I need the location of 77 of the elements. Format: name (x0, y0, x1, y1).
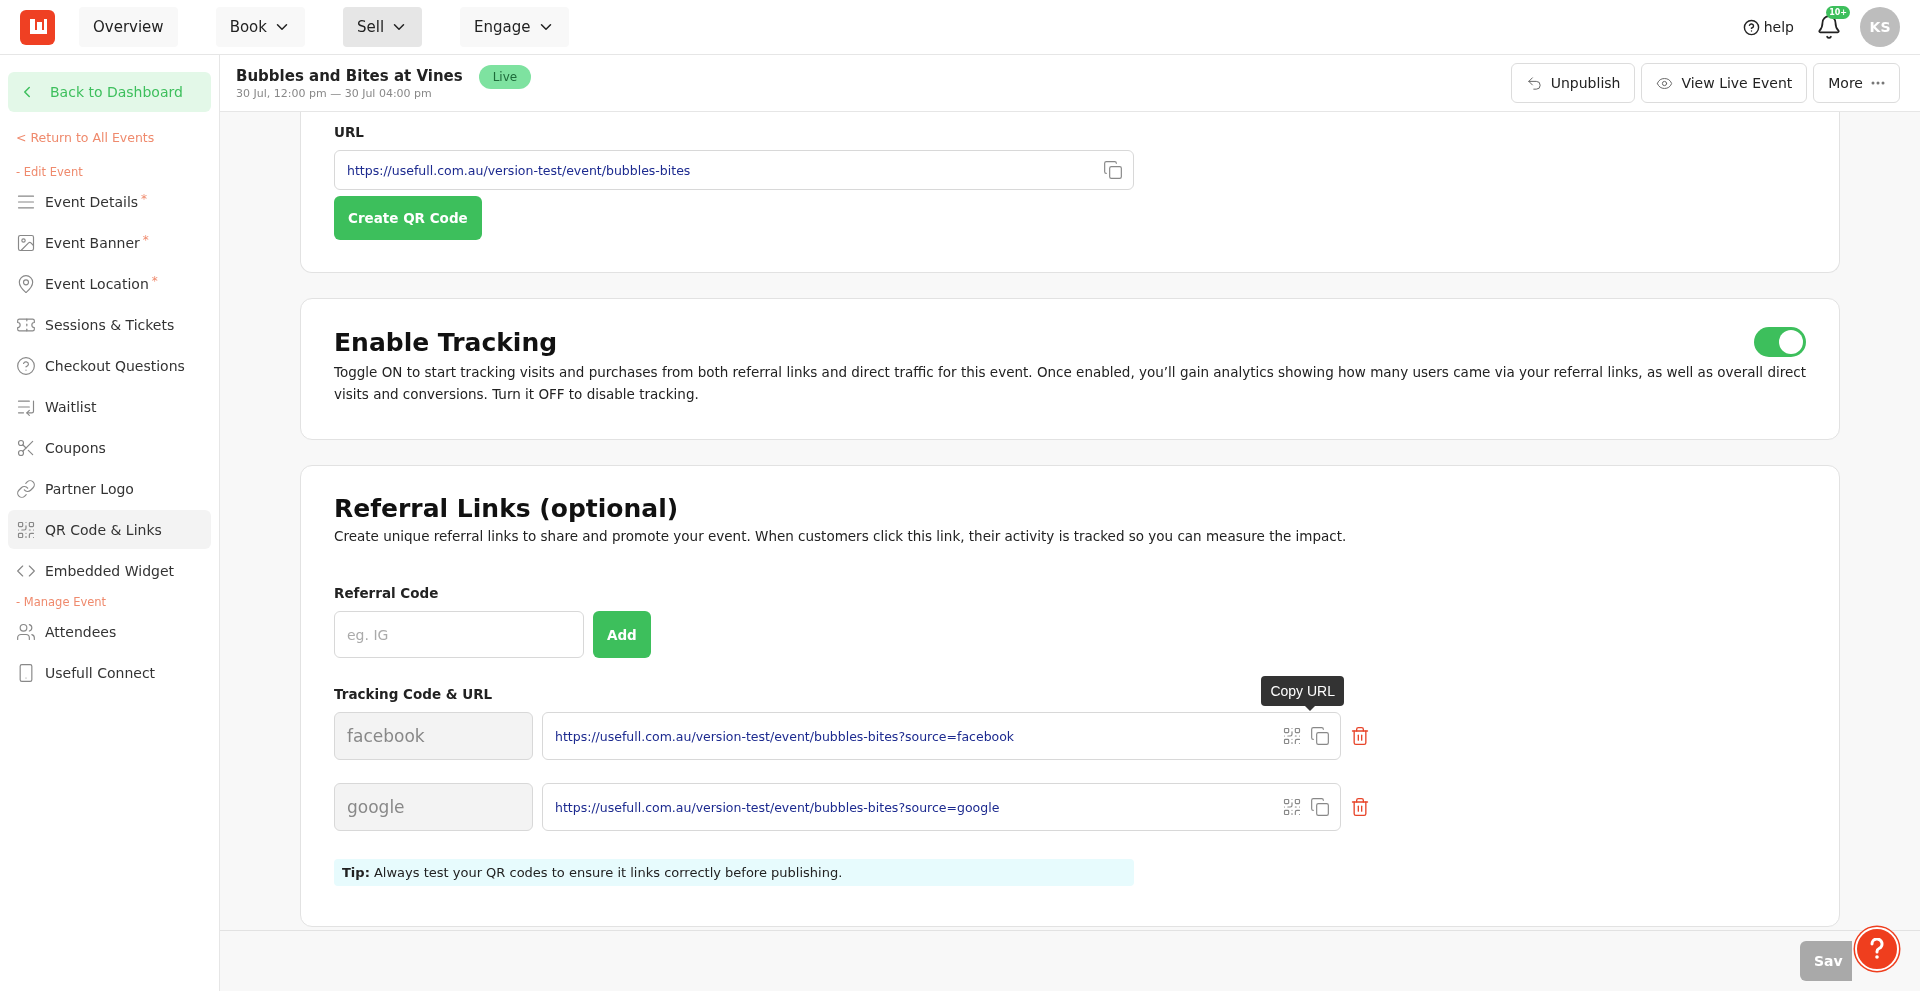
sidebar-item-label: QR Code & Links (45, 521, 162, 538)
undo-icon (1525, 74, 1543, 92)
sidebar-item-label: Coupons (45, 439, 106, 456)
field-label: Referral Code (334, 585, 439, 601)
sidebar-item-label: Event Details (45, 193, 139, 210)
event-title: Bubbles and Bites at Vines (236, 66, 463, 85)
required-mark: * (142, 233, 149, 247)
notification-badge: 10+ (1826, 6, 1850, 19)
copy-icon[interactable] (1103, 160, 1123, 180)
sidebar-item-label: Embedded Widget (45, 562, 174, 579)
tooltip-arrow (1305, 706, 1315, 711)
sidebar-item[interactable]: Coupons (8, 428, 211, 467)
scissors-icon (16, 437, 36, 458)
help-link[interactable]: help (1742, 18, 1794, 36)
sidebar-item[interactable]: Embedded Widget (8, 551, 211, 590)
nav-tab[interactable]: Book (215, 7, 305, 47)
qr-code-icon[interactable] (1282, 797, 1302, 817)
app-logo[interactable] (20, 9, 55, 45)
bell-icon[interactable] (1816, 14, 1842, 40)
tracking-code-field: google (334, 783, 533, 831)
field-label: URL (334, 124, 364, 140)
qr-code-icon (16, 519, 36, 540)
required-mark: * (141, 192, 148, 206)
sidebar-item[interactable]: Sessions & Tickets (8, 305, 211, 344)
delete-button[interactable] (1350, 797, 1370, 817)
tracking-toggle[interactable] (1754, 327, 1806, 357)
status-badge: Live (478, 65, 532, 89)
help-icon (1742, 18, 1760, 36)
required-mark: * (151, 274, 158, 288)
image-icon (16, 232, 36, 253)
sidebar-item-label: Checkout Questions (45, 357, 185, 374)
sidebar-item-label: Event Banner (45, 234, 140, 251)
users-icon (16, 621, 36, 642)
nav-tab[interactable]: Overview (79, 7, 178, 47)
sidebar-item[interactable]: Attendees (8, 612, 211, 651)
sidebar-item-label: Waitlist (45, 398, 97, 415)
sidebar-item[interactable]: Event Details * (8, 182, 211, 221)
action-button[interactable]: Unpublish (1510, 63, 1636, 103)
copy-icon[interactable] (1310, 726, 1330, 746)
nav-tab[interactable]: Engage (460, 7, 569, 47)
sidebar-item[interactable]: Checkout Questions (8, 346, 211, 385)
referral-code-input[interactable]: eg. IG (334, 611, 584, 658)
section-description: Toggle ON to start tracking visits and purchases from both referral links and direct traffic for this event. Once enabled, you’ll gain analytics showing how many users came via your referral links, as well as overall direct visits and conversions. Turn it OFF to disable tracking. (334, 363, 1806, 404)
sidebar-item-label: Usefull Connect (45, 664, 156, 681)
sidebar-item-label: Sessions & Tickets (45, 316, 175, 333)
section-title: - Manage Event (15, 594, 108, 611)
qr-code-icon[interactable] (1282, 726, 1302, 746)
action-button[interactable]: More (1813, 63, 1900, 103)
delete-button[interactable] (1350, 726, 1370, 746)
field-label: Tracking Code & URL (334, 686, 493, 702)
sidebar-item[interactable]: Waitlist (8, 387, 211, 426)
sidebar-item[interactable]: Event Banner * (8, 223, 211, 262)
sidebar-item[interactable]: QR Code & Links (8, 510, 211, 549)
event-dates: 30 Jul, 12:00 pm — 30 Jul 04:00 pm (236, 86, 433, 100)
tracking-url-field[interactable]: https://usefull.com.au/version-test/event/bubbles-bites?source=google (542, 783, 1341, 831)
sidebar-item-label: Partner Logo (45, 480, 134, 497)
tooltip: Copy URL (1261, 676, 1344, 706)
link-icon (16, 478, 36, 499)
nav-tab[interactable]: Sell (342, 7, 423, 47)
url-field[interactable]: https://usefull.com.au/version-test/event/bubbles-bites (334, 150, 1134, 190)
section-title: - Edit Event (15, 164, 84, 181)
question-mark-icon (1869, 938, 1885, 960)
pin-icon (16, 273, 36, 294)
action-button[interactable]: View Live Event (1641, 63, 1808, 103)
sidebar-item[interactable]: Event Location * (8, 264, 211, 303)
question-icon (16, 355, 36, 376)
tracking-code-field: facebook (334, 712, 533, 760)
section-heading: Referral Links (optional) (334, 494, 680, 523)
section-heading: Enable Tracking (334, 327, 558, 357)
more-icon (1871, 81, 1885, 85)
copy-icon[interactable] (1310, 797, 1330, 817)
sidebar-item-label: Attendees (45, 623, 117, 640)
section-description: Create unique referral links to share and promote your event. When customers click this link, their activity is tracked so you can measure the impact. (334, 527, 1348, 546)
sidebar-item[interactable]: Partner Logo (8, 469, 211, 508)
sidebar-item-label: Event Location (45, 275, 149, 292)
sidebar-item[interactable]: Usefull Connect (8, 653, 211, 692)
tip-text: Tip: Always test your QR codes to ensure it links correctly before publishing. (334, 859, 1134, 886)
